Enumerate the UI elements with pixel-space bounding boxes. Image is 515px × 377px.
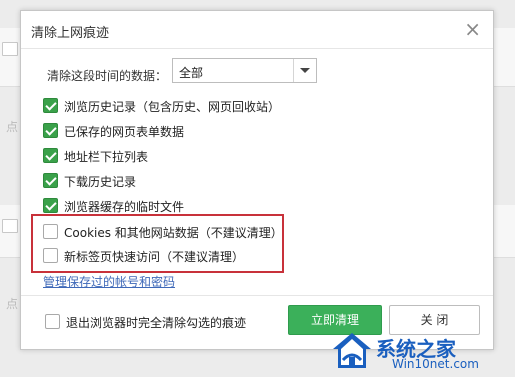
dialog-title: 清除上网痕迹 <box>31 26 110 41</box>
time-range-select[interactable]: 全部 <box>172 58 317 83</box>
checkbox[interactable] <box>43 173 58 188</box>
close-icon[interactable]: × <box>464 18 481 40</box>
chevron-down-icon[interactable] <box>293 59 316 82</box>
option-label: 退出浏览器时完全清除勾选的痕迹 <box>66 316 247 330</box>
option-label: 下载历史记录 <box>64 175 137 189</box>
time-range-value: 全部 <box>179 66 204 80</box>
checkbox[interactable] <box>43 224 58 239</box>
option-label: 浏览历史记录（包含历史、网页回收站） <box>64 100 281 114</box>
background-text-fragment: 点 <box>6 297 19 311</box>
time-range-label: 清除这段时间的数据： <box>47 69 168 83</box>
manage-passwords-link[interactable]: 管理保存过的帐号和密码 <box>43 273 175 290</box>
checkbox[interactable] <box>45 314 60 329</box>
watermark-url: Win10net.com <box>392 357 479 371</box>
checkbox[interactable] <box>43 198 58 213</box>
option-label: 已保存的网页表单数据 <box>64 125 185 139</box>
option-label: 地址栏下拉列表 <box>64 150 149 164</box>
image-icon <box>2 219 18 233</box>
checkbox[interactable] <box>43 123 58 138</box>
checkbox[interactable] <box>43 98 58 113</box>
dialog-titlebar: 清除上网痕迹 × <box>21 11 493 49</box>
background-text-fragment: 点 <box>6 120 19 134</box>
option-label: 新标签页快速访问（不建议清理） <box>64 250 245 264</box>
option-label: Cookies 和其他网站数据（不建议清理） <box>64 226 283 240</box>
option-label: 浏览器缓存的临时文件 <box>64 200 185 214</box>
watermark: 系统之家 Win10net.com <box>330 330 515 377</box>
house-logo-icon <box>333 333 371 368</box>
checkbox[interactable] <box>43 248 58 263</box>
clear-browsing-data-dialog: 清除上网痕迹 × 清除这段时间的数据： 全部 浏览历史记录（包含历史、网页回收站… <box>20 10 494 350</box>
checkbox[interactable] <box>43 148 58 163</box>
image-icon <box>2 42 18 56</box>
